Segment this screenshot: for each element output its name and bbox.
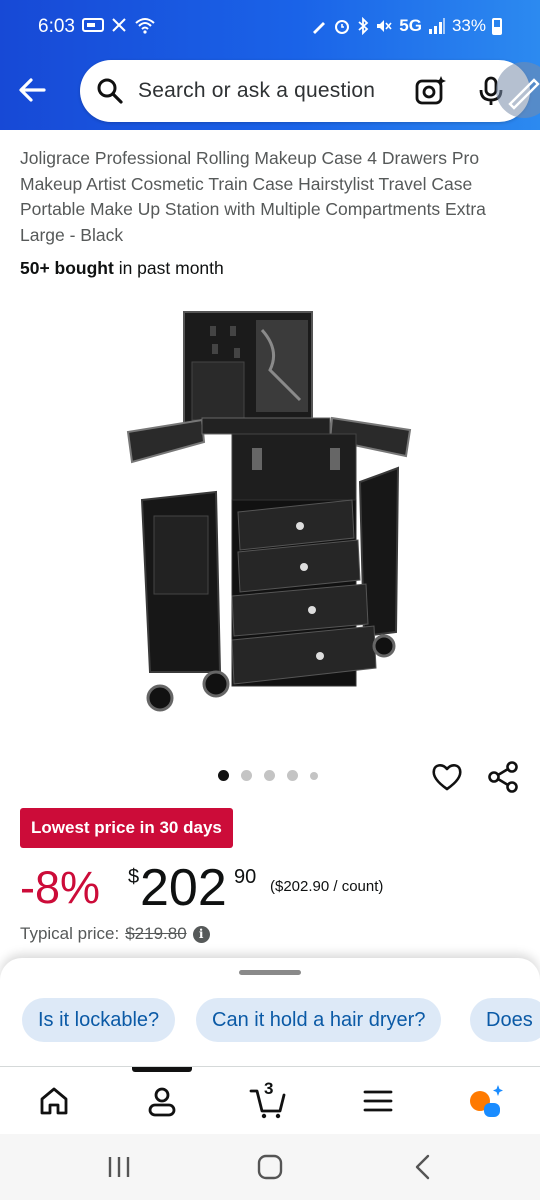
menu-icon[interactable] [358, 1081, 398, 1121]
status-left-icons [82, 16, 156, 34]
edit-pen-bubble[interactable] [496, 62, 540, 118]
wifi-icon [135, 18, 155, 34]
mute-icon [377, 20, 392, 32]
home-button-icon[interactable] [255, 1154, 285, 1180]
search-input[interactable]: Search or ask a question [138, 79, 375, 103]
alarm-icon [335, 20, 350, 34]
carrier-icon [82, 18, 104, 32]
missed-call-icon [112, 18, 126, 32]
price-currency: $ [128, 866, 140, 888]
nav-active-indicator [132, 1067, 192, 1072]
android-nav-bar [0, 1134, 540, 1200]
pen-icon [313, 22, 326, 34]
carousel-dot[interactable] [241, 770, 252, 781]
carousel-dot[interactable] [264, 770, 275, 781]
app-header: 6:03 5G 33% Search or ask a question [0, 0, 540, 130]
typical-price-label: Typical price: [20, 924, 120, 943]
question-chip-does[interactable]: Does [470, 998, 540, 1042]
account-icon[interactable] [142, 1081, 182, 1121]
status-bar: 6:03 5G 33% [0, 0, 540, 54]
image-carousel-dots[interactable] [218, 770, 318, 781]
rufus-icon[interactable] [466, 1081, 506, 1121]
carousel-dot[interactable] [218, 770, 229, 781]
typical-price-value: $219.80 [125, 924, 187, 943]
discount-percent: -8% [20, 862, 101, 913]
bought-count: 50+ bought in past month [20, 258, 224, 279]
back-button-icon[interactable] [408, 1154, 438, 1180]
back-arrow-icon[interactable] [14, 72, 50, 108]
sheet-drag-handle[interactable] [239, 970, 301, 975]
info-icon[interactable]: i [192, 925, 210, 943]
status-right: 5G 33% [311, 16, 502, 36]
camera-search-icon[interactable] [414, 75, 446, 107]
search-bar[interactable]: Search or ask a question [80, 60, 530, 122]
share-icon[interactable] [486, 760, 520, 794]
pen-icon [508, 78, 540, 110]
cart-count: 3 [264, 1079, 274, 1098]
price-fraction: 90 [234, 866, 257, 888]
bought-count-rest: in past month [113, 258, 224, 278]
question-chip-hair-dryer[interactable]: Can it hold a hair dryer? [196, 998, 442, 1042]
product-image[interactable] [120, 300, 420, 720]
bluetooth-icon [358, 17, 369, 35]
price-whole: 202 [140, 859, 227, 917]
heart-icon[interactable] [430, 760, 464, 794]
battery-percent: 33% [451, 16, 486, 35]
battery-icon [492, 17, 502, 35]
typical-price-row: Typical price: $219.80 i [20, 924, 210, 944]
product-title[interactable]: Joligrace Professional Rolling Makeup Ca… [20, 146, 520, 248]
recent-apps-icon[interactable] [104, 1154, 134, 1180]
question-sheet: Is it lockable? Can it hold a hair dryer… [0, 958, 540, 1066]
bottom-nav: 3 [0, 1066, 540, 1134]
carousel-dot[interactable] [310, 771, 318, 780]
question-chip-lockable[interactable]: Is it lockable? [22, 998, 176, 1042]
network-label: 5G [399, 16, 422, 35]
unit-price: ($202.90 / count) [270, 878, 384, 895]
deal-badge: Lowest price in 30 days [20, 808, 233, 848]
search-icon [97, 78, 123, 104]
signal-icon [428, 18, 445, 34]
cart-button[interactable]: 3 [248, 1079, 288, 1121]
bought-count-bold: 50+ bought [20, 258, 114, 278]
status-time: 6:03 [38, 16, 75, 37]
home-icon[interactable] [34, 1081, 74, 1121]
carousel-dot[interactable] [287, 770, 298, 781]
